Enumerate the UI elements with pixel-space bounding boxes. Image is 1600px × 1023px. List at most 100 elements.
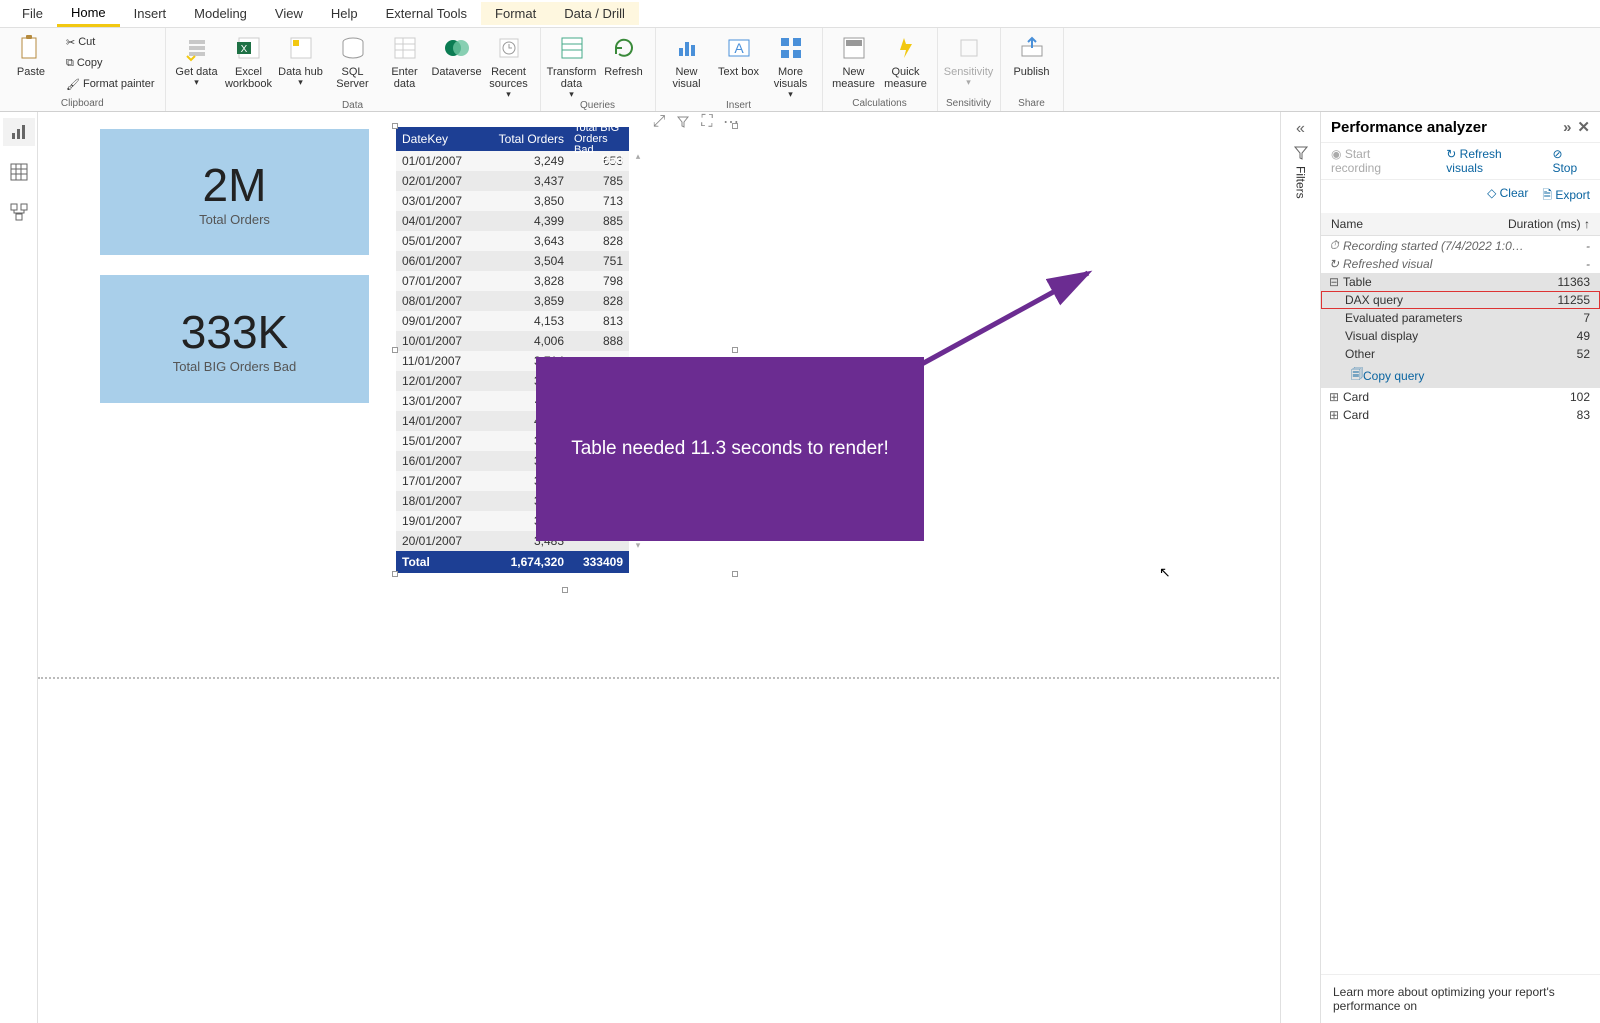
quick-measure-button[interactable]: Quick measure (881, 30, 931, 90)
perf-row-refreshed: ↻Refreshed visual- (1321, 255, 1600, 273)
group-insert: New visual AText box More visuals▾ Inser… (656, 28, 823, 111)
total-label: Total (396, 555, 480, 569)
tab-view[interactable]: View (261, 2, 317, 25)
table-row[interactable]: 04/01/20074,399885 (396, 211, 629, 231)
close-icon[interactable]: ✕ (1577, 118, 1590, 136)
group-clipboard: Paste ✂Cut ⧉Copy 🖌Format painter Clipboa… (0, 28, 166, 111)
card-total-orders[interactable]: 2M Total Orders (100, 129, 369, 255)
enter-data-button[interactable]: Enter data (380, 30, 430, 90)
cut-button[interactable]: ✂Cut (62, 32, 159, 52)
pop-out-icon[interactable]: » (1563, 119, 1571, 136)
new-measure-button[interactable]: New measure (829, 30, 879, 90)
table-row[interactable]: 06/01/20073,504751 (396, 251, 629, 271)
visual-header-toolbar: ⤢ ⛶ ⋯ (651, 114, 739, 130)
table-row[interactable]: 03/01/20073,850713 (396, 191, 629, 211)
tab-insert[interactable]: Insert (120, 2, 181, 25)
tab-home[interactable]: Home (57, 1, 120, 27)
paste-button[interactable]: Paste (6, 30, 56, 78)
tab-external-tools[interactable]: External Tools (372, 2, 481, 25)
copy-query-button[interactable]: 🗐 Copy query (1321, 363, 1600, 388)
handle-ne[interactable] (732, 123, 738, 129)
data-view-button[interactable] (3, 158, 35, 186)
cell-date: 16/01/2007 (396, 454, 480, 468)
new-visual-button[interactable]: New visual (662, 30, 712, 90)
tab-file[interactable]: File (8, 2, 57, 25)
perf-row-dax-query[interactable]: DAX query11255 (1321, 291, 1600, 309)
cell-date: 11/01/2007 (396, 354, 480, 368)
perf-row-eval-params[interactable]: Evaluated parameters7 (1321, 309, 1600, 327)
handle-e[interactable] (732, 347, 738, 353)
perf-row-card-2[interactable]: ⊞Card83 (1321, 406, 1600, 424)
annotation-callout: Table needed 11.3 seconds to render! (536, 357, 924, 541)
group-sensitivity: Sensitivity▾ Sensitivity (938, 28, 1001, 111)
table-row[interactable]: 02/01/20073,437785 (396, 171, 629, 191)
handle-s[interactable] (562, 587, 568, 593)
dataverse-button[interactable]: Dataverse (432, 30, 482, 78)
sql-server-button[interactable]: SQL Server (328, 30, 378, 90)
refresh-button[interactable]: Refresh (599, 30, 649, 78)
cell-big: 751 (570, 254, 629, 268)
get-data-button[interactable]: Get data▾ (172, 30, 222, 88)
perf-row-visual-display[interactable]: Visual display49 (1321, 327, 1600, 345)
tab-format[interactable]: Format (481, 2, 550, 25)
table-row[interactable]: 09/01/20074,153813 (396, 311, 629, 331)
cell-date: 19/01/2007 (396, 514, 480, 528)
handle-se[interactable] (732, 571, 738, 577)
data-hub-button[interactable]: Data hub▾ (276, 30, 326, 88)
expand-icon[interactable]: « (1296, 120, 1305, 138)
table-row[interactable]: 10/01/20074,006888 (396, 331, 629, 351)
tab-modeling[interactable]: Modeling (180, 2, 261, 25)
tab-help[interactable]: Help (317, 2, 372, 25)
scroll-down-icon[interactable]: ▾ (636, 540, 641, 551)
table-row[interactable]: 07/01/20073,828798 (396, 271, 629, 291)
model-view-button[interactable] (3, 198, 35, 226)
collapse-icon[interactable]: ⊟ (1325, 275, 1343, 289)
eraser-icon: ◇ (1487, 186, 1500, 200)
focus-icon[interactable]: ⛶ (699, 114, 715, 130)
format-painter-button[interactable]: 🖌Format painter (62, 74, 159, 94)
filter-icon[interactable] (675, 114, 691, 130)
refresh-visuals-button[interactable]: ↻ Refresh visuals (1446, 147, 1540, 175)
col-name[interactable]: Name (1331, 217, 1508, 231)
handle-sw[interactable] (392, 571, 398, 577)
cell-big: 785 (570, 174, 629, 188)
expand-icon[interactable]: ⊞ (1325, 408, 1343, 422)
recent-sources-button[interactable]: Recent sources▾ (484, 30, 534, 100)
cut-label: Cut (78, 36, 95, 48)
more-visuals-label: More visuals (766, 66, 816, 90)
cell-big: 828 (570, 234, 629, 248)
expand-icon[interactable]: ⊞ (1325, 390, 1343, 404)
col-duration[interactable]: Duration (ms) ↑ (1508, 217, 1590, 231)
table-row[interactable]: 08/01/20073,859828 (396, 291, 629, 311)
excel-button[interactable]: XExcel workbook (224, 30, 274, 90)
table-row[interactable]: 05/01/20073,643828 (396, 231, 629, 251)
filters-pane-collapsed[interactable]: « Filters (1280, 112, 1320, 1023)
sensitivity-icon (953, 32, 985, 64)
perf-row-other[interactable]: Other52 (1321, 345, 1600, 363)
report-view-button[interactable] (3, 118, 35, 146)
tab-data-drill[interactable]: Data / Drill (550, 2, 639, 25)
handle-nw[interactable] (392, 123, 398, 129)
clear-button[interactable]: ◇ Clear (1487, 186, 1528, 207)
performance-analyzer-pane: Performance analyzer » ✕ ◉ Start recordi… (1320, 112, 1600, 1023)
scroll-up-icon[interactable]: ▴ (636, 151, 641, 162)
export-button[interactable]: 🗎 Export (1542, 186, 1590, 207)
text-box-button[interactable]: AText box (714, 30, 764, 78)
publish-button[interactable]: Publish (1007, 30, 1057, 78)
cell-date: 09/01/2007 (396, 314, 480, 328)
group-calculations: New measure Quick measure Calculations (823, 28, 938, 111)
perf-grid-header: Name Duration (ms) ↑ (1321, 213, 1600, 236)
more-visuals-button[interactable]: More visuals▾ (766, 30, 816, 100)
stop-button[interactable]: ⊘ Stop (1552, 147, 1590, 175)
copy-button[interactable]: ⧉Copy (62, 53, 159, 73)
enter-data-label: Enter data (380, 66, 430, 90)
copy-icon: ⧉ (66, 57, 74, 70)
cell-date: 04/01/2007 (396, 214, 480, 228)
perf-row-table[interactable]: ⊟Table11363 (1321, 273, 1600, 291)
handle-w[interactable] (392, 347, 398, 353)
copy-icon: 🗐 (1351, 365, 1363, 386)
drill-icon[interactable]: ⤢ (651, 114, 667, 130)
card-big-orders[interactable]: 333K Total BIG Orders Bad (100, 275, 369, 403)
transform-data-button[interactable]: Transform data▾ (547, 30, 597, 100)
perf-row-card-1[interactable]: ⊞Card102 (1321, 388, 1600, 406)
